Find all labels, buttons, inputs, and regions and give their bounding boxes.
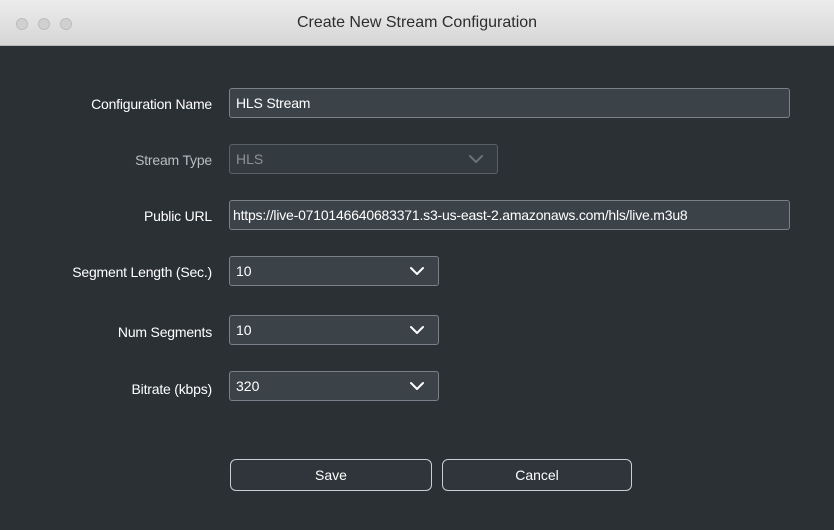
segment-length-value: 10	[236, 263, 252, 279]
public-url-input[interactable]: https://live-0710146640683371.s3-us-east…	[229, 200, 790, 230]
config-name-input[interactable]: HLS Stream	[229, 88, 790, 118]
stream-type-value: HLS	[236, 151, 264, 167]
segment-length-select[interactable]: 10	[229, 256, 439, 286]
bitrate-select[interactable]: 320	[229, 371, 439, 401]
stream-type-select[interactable]: HLS	[229, 144, 498, 174]
public-url-label: Public URL	[143, 208, 212, 224]
chevron-down-icon	[469, 155, 483, 163]
title-bar: Create New Stream Configuration	[0, 0, 834, 46]
num-segments-label: Num Segments	[117, 324, 212, 340]
dialog-window: Create New Stream Configuration Configur…	[0, 0, 834, 530]
chevron-down-icon	[410, 382, 424, 390]
bitrate-label: Bitrate (kbps)	[131, 381, 213, 397]
save-button[interactable]: Save	[230, 459, 432, 491]
chevron-down-icon	[410, 326, 424, 334]
bitrate-value: 320	[236, 378, 260, 394]
num-segments-select[interactable]: 10	[229, 315, 439, 345]
cancel-button[interactable]: Cancel	[442, 459, 632, 491]
stream-type-label: Stream Type	[135, 152, 212, 168]
segment-length-label: Segment Length (Sec.)	[72, 264, 212, 280]
config-name-label: Configuration Name	[91, 96, 212, 112]
chevron-down-icon	[410, 267, 424, 275]
window-title: Create New Stream Configuration	[296, 14, 538, 31]
num-segments-value: 10	[236, 322, 252, 338]
